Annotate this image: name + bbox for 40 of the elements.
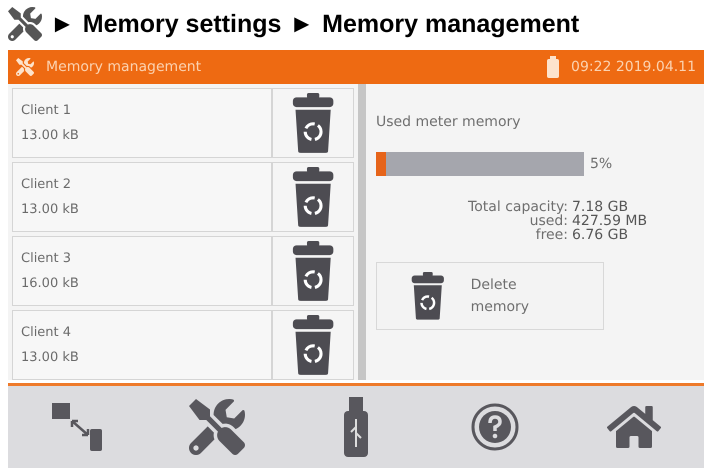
client-size: 13.00 kB xyxy=(21,350,80,365)
recycle-bin-icon xyxy=(292,241,334,301)
battery-icon xyxy=(547,56,560,78)
delete-client-button[interactable] xyxy=(272,162,354,232)
screen-title: Memory management xyxy=(46,59,202,75)
client-size: 13.00 kB xyxy=(21,202,80,217)
client-entry[interactable]: Client 1 13.00 kB xyxy=(12,88,272,158)
client-name: Client 4 xyxy=(21,325,72,340)
client-entry[interactable]: Client 4 13.00 kB xyxy=(12,310,272,380)
delete-memory-button[interactable]: Delete memory xyxy=(376,262,604,330)
client-name: Client 1 xyxy=(21,103,72,118)
stat-value: 6.76 GB xyxy=(572,228,630,242)
stat-label: Total capacity: xyxy=(467,200,568,214)
clock-date: 09:22 2019.04.11 xyxy=(571,59,696,75)
recycle-bin-icon xyxy=(292,167,334,227)
delete-client-button[interactable] xyxy=(272,236,354,306)
breadcrumb-separator: ► xyxy=(50,10,75,38)
breadcrumb-separator: ► xyxy=(289,10,314,38)
tools-icon xyxy=(16,58,34,76)
stat-label: used: xyxy=(530,214,568,228)
stat-value: 7.18 GB xyxy=(572,200,628,214)
scrollbar[interactable] xyxy=(358,84,366,380)
stat-value: 427.59 MB xyxy=(572,214,648,228)
usage-percent: 5% xyxy=(590,156,612,172)
recycle-bin-icon xyxy=(292,93,334,153)
breadcrumb-item: Memory settings xyxy=(82,10,282,38)
client-entry[interactable]: Client 3 16.00 kB xyxy=(12,236,272,306)
client-entry[interactable]: Client 2 13.00 kB xyxy=(12,162,272,232)
client-size: 13.00 kB xyxy=(21,128,80,143)
delete-client-button[interactable] xyxy=(272,88,354,158)
client-size: 16.00 kB xyxy=(21,276,80,291)
stat-label: free: xyxy=(534,228,568,242)
delete-client-button[interactable] xyxy=(272,310,354,380)
recycle-bin-icon xyxy=(411,272,445,320)
recycle-bin-icon xyxy=(292,315,334,375)
memory-label: Used meter memory xyxy=(376,114,522,130)
client-name: Client 3 xyxy=(21,251,72,266)
tools-icon xyxy=(8,7,42,41)
breadcrumb-item: Memory management xyxy=(322,10,580,38)
client-name: Client 2 xyxy=(21,177,72,192)
